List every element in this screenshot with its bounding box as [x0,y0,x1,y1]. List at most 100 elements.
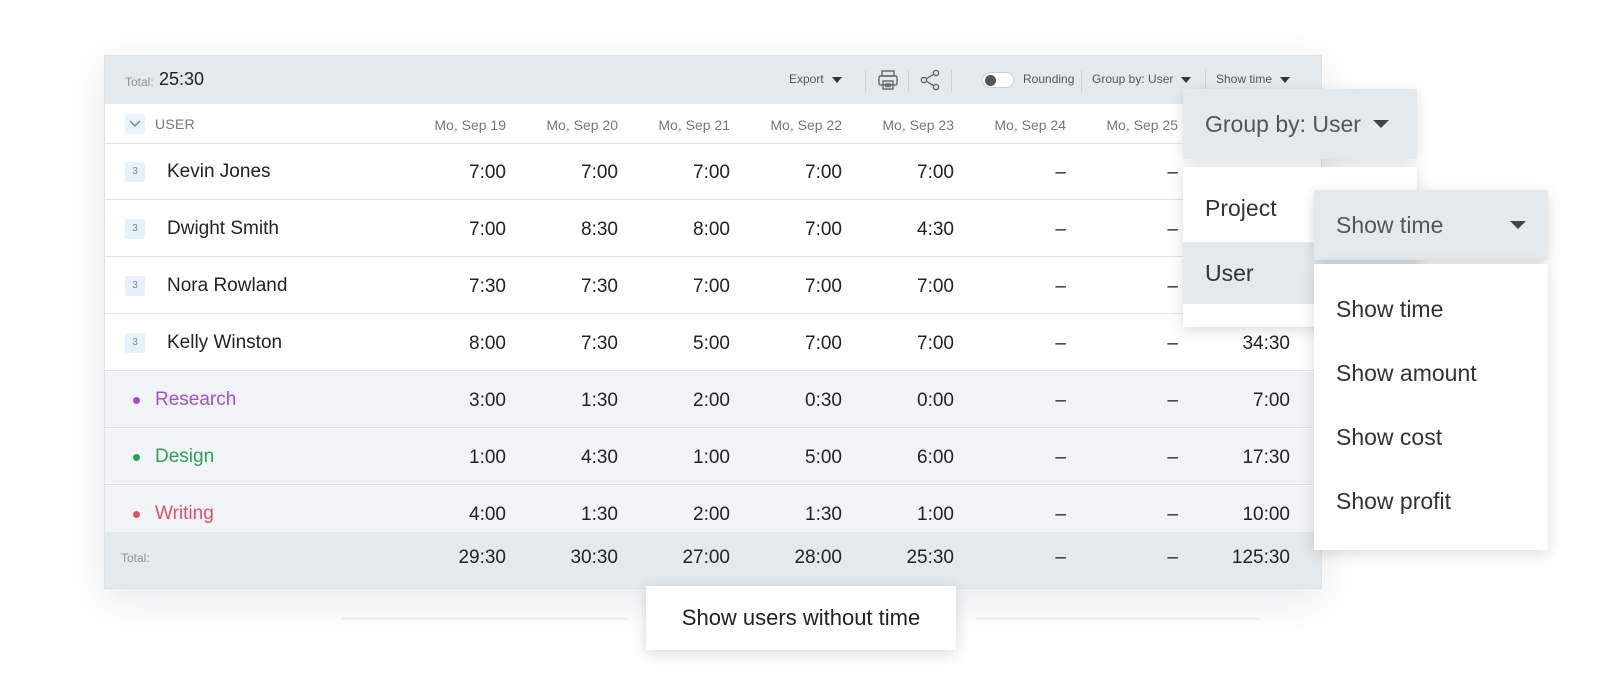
time-cell: 4:30 [917,219,954,240]
date-column-header: Mo, Sep 25 [1106,117,1178,133]
time-cell: 1:30 [805,504,842,525]
show-time-button[interactable]: Show time [1216,72,1291,86]
time-cell: 7:30 [469,276,506,297]
show-amount-option[interactable]: Show amount [1336,360,1477,387]
toolbar-total-label: Total: [125,75,154,89]
entry-count-badge: 3 [125,276,145,296]
time-cell: – [1167,390,1178,411]
table-row[interactable]: 3 Nora Rowland 7:30 7:30 7:00 7:00 7:00 … [105,258,1321,314]
time-cell: 1:00 [469,447,506,468]
show-time-dropdown-label: Show time [1336,212,1444,238]
total-cell: 28:00 [794,547,842,568]
date-column-header: Mo, Sep 23 [882,117,954,133]
time-cell: 6:00 [917,447,954,468]
show-time-dropdown-button[interactable]: Show time [1314,190,1548,260]
show-time-option[interactable]: Show time [1336,296,1443,323]
rounding-toggle[interactable] [982,72,1014,88]
chevron-down-icon [1181,76,1192,83]
project-color-dot [133,511,140,518]
time-cell: 2:00 [693,504,730,525]
time-cell: 7:00 [469,219,506,240]
time-cell: 1:30 [581,504,618,525]
total-cell: 29:30 [458,547,506,568]
user-name: Nora Rowland [167,275,288,296]
printer-icon[interactable] [876,68,900,92]
total-cell: – [1167,547,1178,568]
export-label: Export [789,72,824,86]
user-name: Kevin Jones [167,161,271,182]
export-button[interactable]: Export [789,72,842,86]
time-cell: 8:00 [693,219,730,240]
show-time-label: Show time [1216,72,1273,86]
time-cell: 5:00 [805,447,842,468]
show-time-menu: Show time Show amount Show cost Show pro… [1314,264,1548,550]
row-total-cell: 17:30 [1242,447,1290,468]
table-row[interactable]: 3 Dwight Smith 7:00 8:30 8:00 7:00 4:30 … [105,201,1321,257]
table-header-row: USER Mo, Sep 19 Mo, Sep 20 Mo, Sep 21 Mo… [105,104,1321,144]
total-cell: 30:30 [570,547,618,568]
time-cell: – [1055,162,1066,183]
share-icon[interactable] [918,68,942,92]
entry-count-badge: 3 [125,162,145,182]
chevron-down-icon [1373,120,1389,128]
time-cell: – [1055,276,1066,297]
time-cell: – [1055,219,1066,240]
time-cell: – [1167,333,1178,354]
date-column-header: Mo, Sep 24 [994,117,1066,133]
table-row[interactable]: Research 3:00 1:30 2:00 0:30 0:00 – – 7:… [105,372,1321,428]
time-cell: – [1055,333,1066,354]
time-cell: 8:00 [469,333,506,354]
time-cell: 3:00 [469,390,506,411]
row-total-cell: 34:30 [1242,333,1290,354]
toolbar-total-value: 25:30 [159,69,205,89]
chevron-down-icon [1510,221,1526,229]
date-column-header: Mo, Sep 19 [434,117,506,133]
time-cell: 7:00 [917,276,954,297]
time-cell: 7:00 [917,333,954,354]
group-by-dropdown-button[interactable]: Group by: User [1183,89,1417,159]
time-cell: 7:00 [917,162,954,183]
project-name: Design [155,446,215,467]
time-cell: – [1167,276,1178,297]
chevron-down-icon [1280,76,1291,83]
time-cell: 0:00 [917,390,954,411]
total-row-label: Total: [121,551,150,565]
time-cell: 7:00 [805,333,842,354]
expand-all-checkbox[interactable] [125,114,145,134]
time-cell: 7:00 [805,276,842,297]
divider-line [342,617,628,620]
time-cell: 7:00 [469,162,506,183]
project-name: Writing [155,503,214,524]
show-cost-option[interactable]: Show cost [1336,424,1442,451]
show-profit-option[interactable]: Show profit [1336,488,1451,515]
user-name: Dwight Smith [167,218,279,239]
table-row[interactable]: 3 Kevin Jones 7:00 7:00 7:00 7:00 7:00 –… [105,144,1321,200]
time-cell: 7:30 [581,333,618,354]
entry-count-badge: 3 [125,333,145,353]
time-cell: – [1167,504,1178,525]
project-color-dot [133,397,140,404]
time-cell: 2:00 [693,390,730,411]
time-cell: 8:30 [581,219,618,240]
user-column-header[interactable]: USER [155,116,195,132]
table-row[interactable]: 3 Kelly Winston 8:00 7:30 5:00 7:00 7:00… [105,315,1321,371]
rounding-label: Rounding [1023,72,1075,86]
group-by-button[interactable]: Group by: User [1092,72,1192,86]
show-users-without-time-button[interactable]: Show users without time [646,586,956,650]
time-cell: 7:00 [693,162,730,183]
total-cell: 25:30 [906,547,954,568]
group-by-dropdown-label: Group by: User [1205,111,1361,137]
table-total-row: Total: 29:30 30:30 27:00 28:00 25:30 – –… [105,532,1321,588]
chevron-down-icon [831,76,842,83]
time-cell: 1:30 [581,390,618,411]
row-total-cell: 7:00 [1253,390,1290,411]
time-cell: – [1167,219,1178,240]
total-cell: – [1055,547,1066,568]
time-cell: 4:00 [469,504,506,525]
project-name: Research [155,389,237,410]
date-column-header: Mo, Sep 20 [546,117,618,133]
total-cell: 27:00 [682,547,730,568]
toggle-knob [985,75,996,86]
table-row[interactable]: Design 1:00 4:30 1:00 5:00 6:00 – – 17:3… [105,429,1321,485]
time-cell: 1:00 [917,504,954,525]
